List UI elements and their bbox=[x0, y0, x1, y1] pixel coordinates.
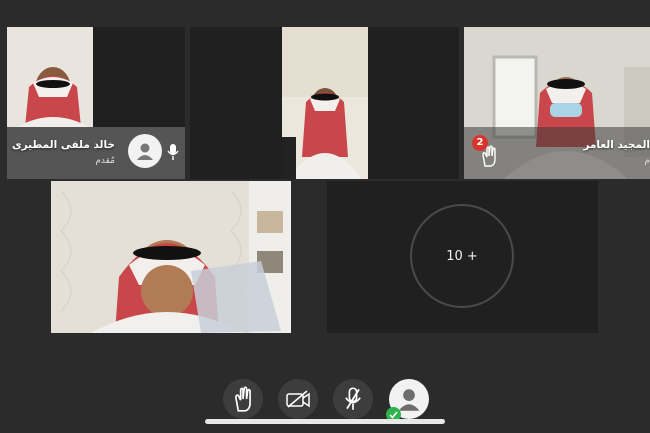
participant-video bbox=[282, 27, 368, 179]
control-bar bbox=[0, 376, 650, 433]
participant-role: م bbox=[644, 156, 650, 166]
raise-hand-icon bbox=[235, 386, 251, 412]
participant-tile-speaker[interactable] bbox=[51, 181, 322, 333]
participant-tile-almajeed[interactable]: المجيد العامر م 2 bbox=[464, 27, 650, 179]
avatar bbox=[128, 134, 162, 168]
participant-role: مُقدم bbox=[95, 156, 115, 166]
mic-toggle-button[interactable] bbox=[333, 379, 373, 419]
raise-hand-button[interactable] bbox=[223, 379, 263, 419]
participant-tile-khaled[interactable]: خالد ملفى المطيرى مُقدم bbox=[7, 27, 185, 179]
profile-icon bbox=[398, 389, 420, 411]
mic-off-icon bbox=[345, 387, 361, 410]
more-participants-count[interactable]: 10 + bbox=[410, 204, 514, 308]
participant-video bbox=[7, 27, 93, 127]
participant-name: المجيد العامر bbox=[583, 139, 650, 151]
person-icon bbox=[137, 143, 153, 160]
participant-name: خالد ملفى المطيرى bbox=[11, 139, 115, 151]
mic-icon bbox=[167, 143, 179, 165]
participant-tile-center[interactable] bbox=[190, 27, 459, 179]
home-indicator bbox=[205, 419, 445, 424]
participant-video bbox=[51, 181, 322, 333]
more-participants-tile[interactable]: 10 + bbox=[327, 181, 598, 333]
camera-off-icon bbox=[286, 390, 310, 408]
camera-toggle-button[interactable] bbox=[278, 379, 318, 419]
raise-hand-count-badge: 2 bbox=[472, 135, 488, 151]
more-participants-label: 10 + bbox=[446, 248, 478, 264]
